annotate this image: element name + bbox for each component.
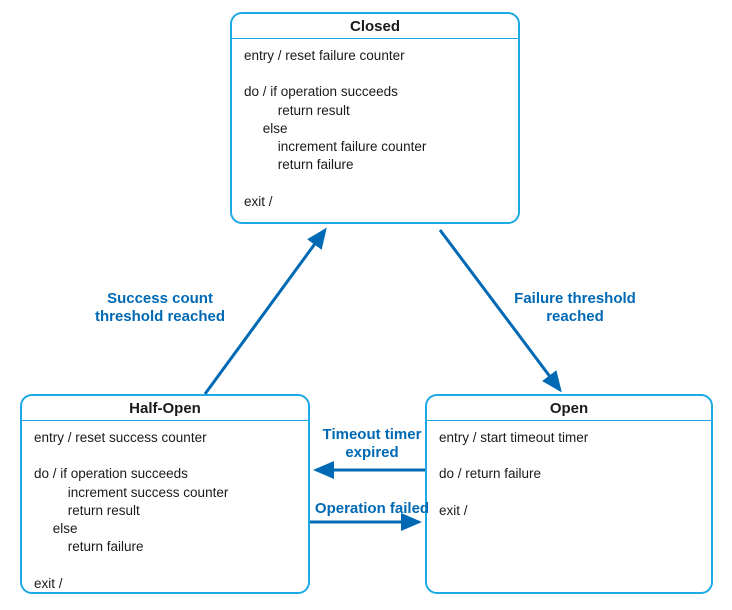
state-closed-title: Closed (232, 14, 518, 39)
transition-failure-threshold-label: Failure threshold reached (500, 290, 650, 326)
state-halfopen-title: Half-Open (22, 396, 308, 421)
state-open-title: Open (427, 396, 711, 421)
state-closed: Closed entry / reset failure counter do … (230, 12, 520, 224)
state-open: Open entry / start timeout timer do / re… (425, 394, 713, 594)
transition-operation-failed-label: Operation failed (312, 500, 432, 518)
state-halfopen-body: entry / reset success counter do / if op… (22, 421, 308, 601)
transition-success-count-label: Success count threshold reached (85, 290, 235, 326)
state-halfopen: Half-Open entry / reset success counter … (20, 394, 310, 594)
transition-timeout-expired-label: Timeout timer expired (317, 426, 427, 462)
state-closed-body: entry / reset failure counter do / if op… (232, 39, 518, 219)
state-open-body: entry / start timeout timer do / return … (427, 421, 711, 528)
